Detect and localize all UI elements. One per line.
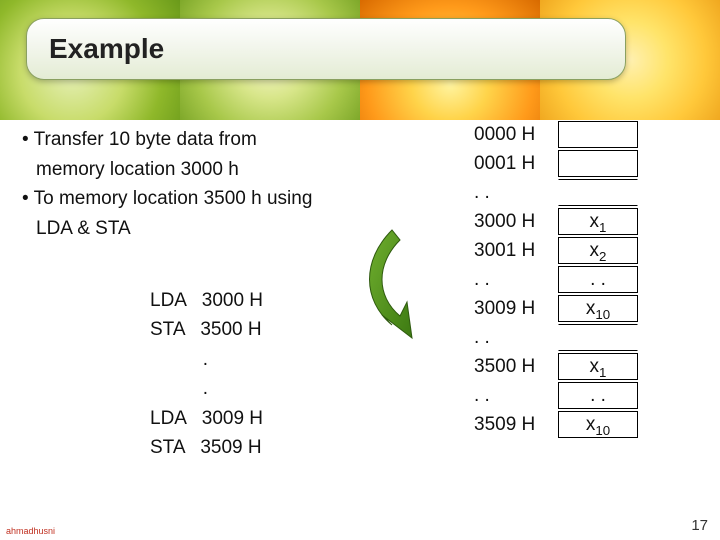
mem-row: 3000 Hx1 [470, 207, 638, 236]
mem-addr: . . [470, 385, 558, 407]
mem-addr: 0000 H [470, 124, 558, 146]
mem-val: . . [558, 382, 638, 409]
bullet-2: To memory location 3500 h using [22, 185, 382, 213]
code-line: . [150, 345, 263, 374]
mem-addr: 3509 H [470, 414, 558, 436]
memory-table: 0000 H0001 H. .3000 Hx13001 Hx2. .. .300… [470, 120, 638, 439]
mem-val: x2 [558, 237, 638, 264]
footer-author: ahmadhusni [6, 526, 55, 536]
bullet-1-cont: memory location 3000 h [36, 156, 382, 184]
mem-row: 0000 H [470, 120, 638, 149]
mem-addr: 0001 H [470, 153, 558, 175]
mem-addr: 3009 H [470, 298, 558, 320]
code-line: STA 3509 H [150, 433, 263, 462]
code-line: LDA 3009 H [150, 404, 263, 433]
mem-val [558, 324, 638, 351]
title-pill: Example [26, 18, 626, 80]
mem-val: . . [558, 266, 638, 293]
mem-addr: . . [470, 182, 558, 204]
mem-addr: 3000 H [470, 211, 558, 233]
mem-val [558, 150, 638, 177]
slide-title: Example [49, 33, 164, 65]
mem-row: 0001 H [470, 149, 638, 178]
mem-val [558, 179, 638, 206]
mem-row: 3500 Hx1 [470, 352, 638, 381]
bullet-list: Transfer 10 byte data from memory locati… [22, 126, 382, 244]
mem-val: x10 [558, 411, 638, 438]
bullet-2-cont: LDA & STA [36, 215, 382, 243]
mem-row: 3509 Hx10 [470, 410, 638, 439]
code-line: LDA 3000 H [150, 286, 263, 315]
code-block: LDA 3000 H STA 3500 H . . LDA 3009 H STA… [150, 286, 263, 463]
mem-row: 3009 Hx10 [470, 294, 638, 323]
mem-row: 3001 Hx2 [470, 236, 638, 265]
page-number: 17 [691, 517, 708, 534]
mem-val [558, 121, 638, 148]
code-line: . [150, 374, 263, 403]
mem-addr: 3001 H [470, 240, 558, 262]
mem-addr: . . [470, 327, 558, 349]
mem-addr: . . [470, 269, 558, 291]
mem-addr: 3500 H [470, 356, 558, 378]
mem-row: . . [470, 323, 638, 352]
mem-row: . .. . [470, 265, 638, 294]
code-line: STA 3500 H [150, 315, 263, 344]
mem-row: . . [470, 178, 638, 207]
bullet-1: Transfer 10 byte data from [22, 126, 382, 154]
mem-val: x1 [558, 353, 638, 380]
mem-val: x1 [558, 208, 638, 235]
mem-row: . .. . [470, 381, 638, 410]
mem-val: x10 [558, 295, 638, 322]
